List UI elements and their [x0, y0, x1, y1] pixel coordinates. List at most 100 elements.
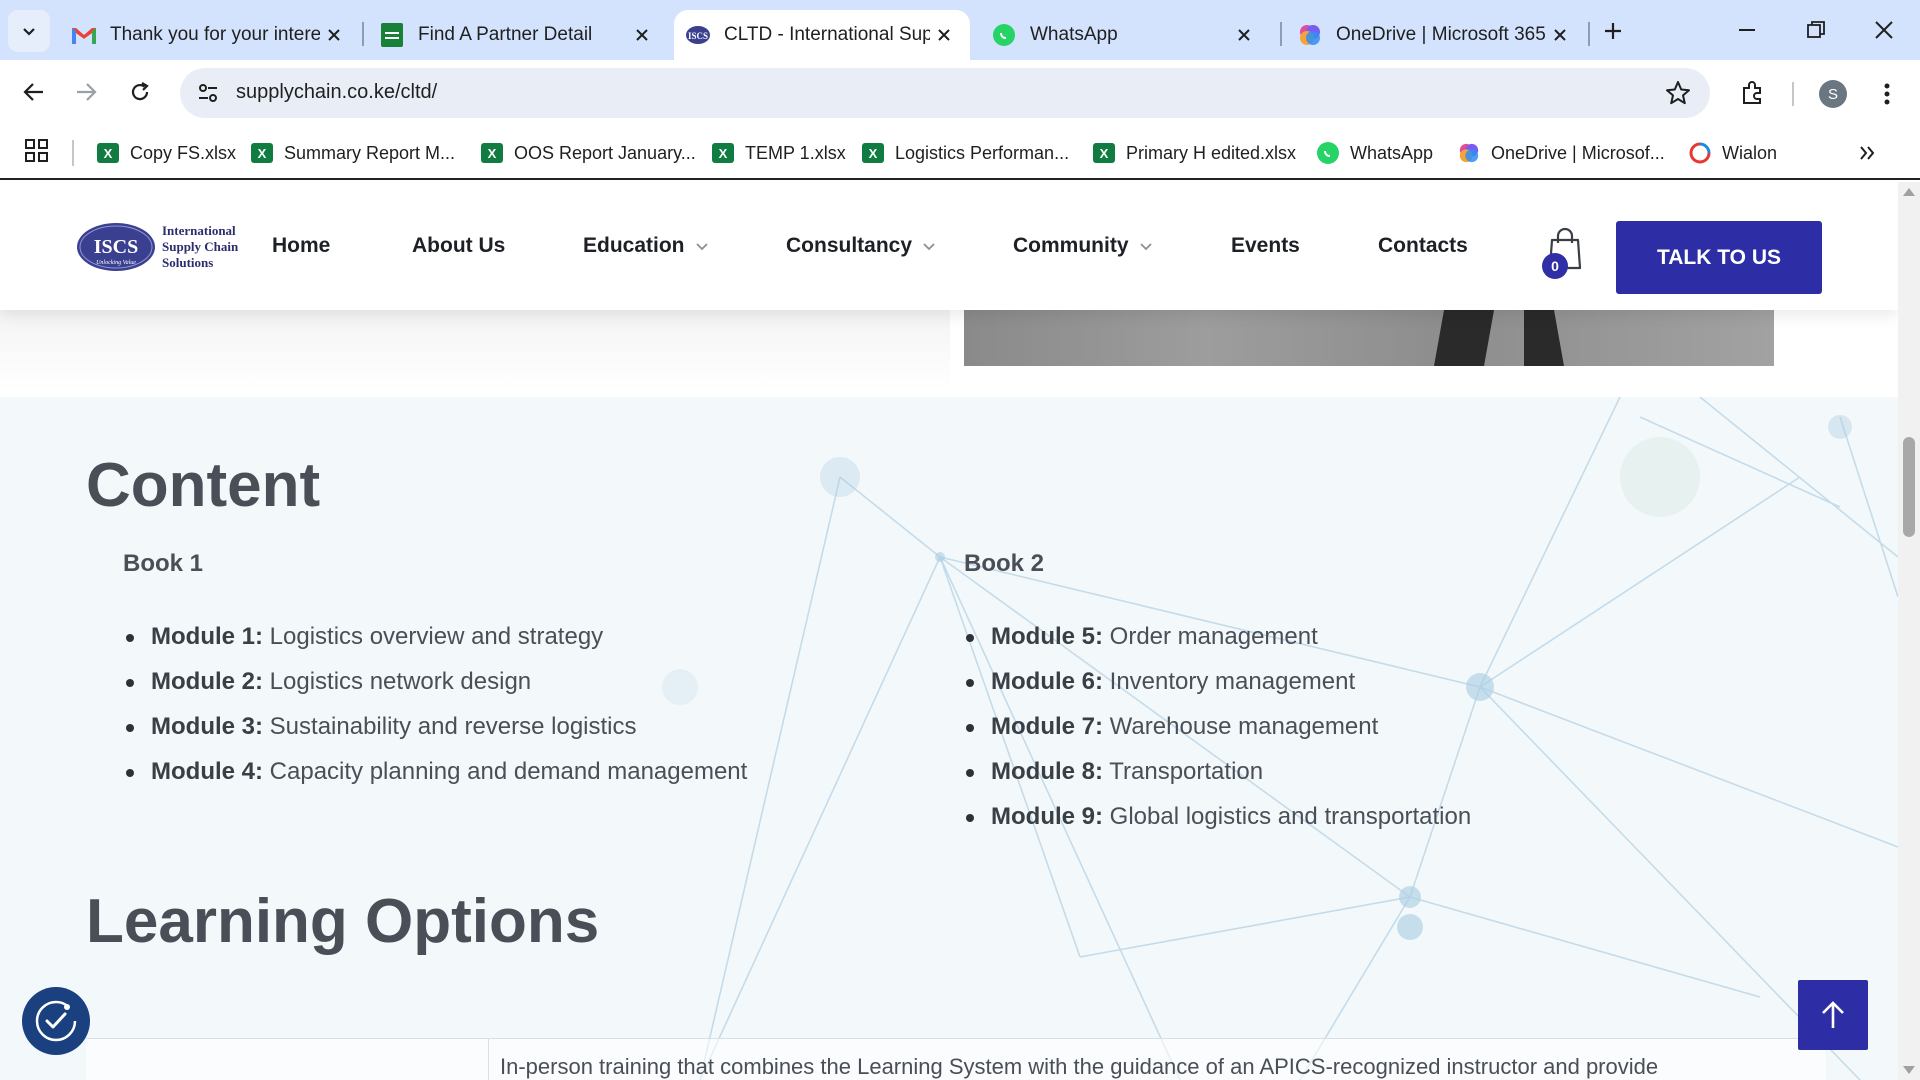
- nav-events[interactable]: Events: [1231, 234, 1300, 258]
- bullet-icon: [966, 634, 974, 642]
- logo-line-2: Supply Chain: [162, 239, 239, 254]
- nav-label: Community: [1013, 234, 1129, 257]
- scrollbar-thumb[interactable]: [1903, 437, 1915, 537]
- close-icon[interactable]: [930, 21, 958, 49]
- cart-count-badge: 0: [1542, 253, 1568, 279]
- back-button[interactable]: [12, 70, 56, 114]
- url-text[interactable]: supplychain.co.ke/cltd/: [236, 81, 437, 104]
- tab-onedrive[interactable]: OneDrive | Microsoft 365: [1286, 10, 1586, 60]
- bookmarks-divider: [72, 140, 74, 166]
- iscs-logo[interactable]: ISCS Unlocking Value International Suppl…: [76, 220, 262, 274]
- bookmark-item[interactable]: X Summary Report M...: [250, 138, 455, 168]
- bookmark-item[interactable]: X Logistics Performan...: [861, 138, 1069, 168]
- bookmark-item[interactable]: X OOS Report January...: [480, 138, 696, 168]
- scroll-down-arrow-icon[interactable]: [1903, 1066, 1915, 1074]
- address-bar[interactable]: supplychain.co.ke/cltd/: [180, 68, 1710, 118]
- nav-contacts[interactable]: Contacts: [1378, 234, 1468, 258]
- module-text: Capacity planning and demand management: [263, 758, 748, 785]
- scroll-up-arrow-icon[interactable]: [1903, 188, 1915, 196]
- page-viewport: ISCS Unlocking Value International Suppl…: [0, 182, 1898, 1080]
- bullet-icon: [126, 679, 134, 687]
- accessibility-icon: [35, 1000, 77, 1042]
- nav-community[interactable]: Community: [1013, 234, 1153, 258]
- forward-button[interactable]: [64, 70, 108, 114]
- window-close-button[interactable]: [1854, 8, 1914, 52]
- bookmark-item[interactable]: X Primary H edited.xlsx: [1092, 138, 1296, 168]
- tab-divider: [1588, 22, 1590, 46]
- new-tab-button[interactable]: [1596, 14, 1630, 48]
- toolbar-divider: [1792, 82, 1794, 106]
- tab-cltd[interactable]: ISCS CLTD - International Sup: [674, 10, 970, 60]
- nav-home[interactable]: Home: [272, 234, 330, 258]
- nav-about-us[interactable]: About Us: [412, 234, 505, 258]
- bookmark-item[interactable]: Wialon: [1688, 138, 1777, 168]
- arrow-up-icon: [1822, 1001, 1844, 1028]
- accessibility-button[interactable]: [22, 987, 90, 1055]
- tab-find-partner[interactable]: Find A Partner Detail: [368, 10, 668, 60]
- browser-menu-button[interactable]: [1872, 76, 1902, 112]
- chevron-down-icon: [1139, 243, 1152, 251]
- module-key: Module 7:: [991, 713, 1103, 740]
- bookmark-item[interactable]: WhatsApp: [1316, 138, 1433, 168]
- bookmark-label: WhatsApp: [1350, 142, 1434, 163]
- bookmark-star-icon[interactable]: [1664, 79, 1692, 107]
- logo-mark: ISCS: [94, 236, 138, 258]
- excel-icon: X: [861, 141, 885, 165]
- close-icon[interactable]: [1230, 21, 1258, 49]
- nav-label: Consultancy: [786, 234, 913, 257]
- logo-tagline: Unlocking Value: [96, 260, 136, 266]
- learning-option-description: In-person training that combines the Lea…: [500, 1054, 1659, 1079]
- nav-education[interactable]: Education: [583, 234, 709, 258]
- module-key: Module 3:: [151, 713, 263, 740]
- bullet-icon: [126, 769, 134, 777]
- double-chevron-right-icon: [1860, 146, 1875, 160]
- module-key: Module 2:: [151, 668, 263, 695]
- list-item: Module 4: Capacity planning and demand m…: [124, 757, 747, 802]
- table-column-divider: [488, 1039, 489, 1080]
- iscs-icon: ISCS: [686, 23, 710, 47]
- close-icon[interactable]: [1546, 21, 1574, 49]
- reload-button[interactable]: [118, 70, 162, 114]
- site-info-icon[interactable]: [190, 75, 226, 111]
- excel-icon: X: [711, 141, 735, 165]
- extensions-button[interactable]: [1735, 75, 1771, 111]
- close-icon[interactable]: [628, 21, 656, 49]
- hero-card-shadow: [0, 310, 950, 390]
- tab-search-button[interactable]: [8, 10, 50, 52]
- list-item: Module 3: Sustainability and reverse log…: [124, 712, 747, 757]
- tab-whatsapp[interactable]: WhatsApp: [980, 10, 1270, 60]
- list-item: Module 9: Global logistics and transport…: [964, 802, 1471, 847]
- minimize-icon: [1739, 29, 1755, 31]
- list-item: Module 6: Inventory management: [964, 667, 1471, 712]
- close-icon[interactable]: [320, 21, 348, 49]
- bookmark-label: TEMP 1.xlsx: [745, 142, 846, 163]
- tab-title: WhatsApp: [1030, 24, 1118, 45]
- bookmark-item[interactable]: X Copy FS.xlsx: [96, 138, 236, 168]
- tab-gmail[interactable]: Thank you for your intere: [60, 10, 360, 60]
- logo-line-3: Solutions: [162, 255, 213, 270]
- nav-consultancy[interactable]: Consultancy: [786, 234, 936, 258]
- excel-icon: X: [480, 141, 504, 165]
- module-key: Module 9:: [991, 803, 1103, 830]
- bookmark-item[interactable]: OneDrive | Microsof...: [1457, 138, 1665, 168]
- chevron-down-icon: [923, 243, 935, 251]
- wialon-icon: [1688, 141, 1712, 165]
- list-item: Module 7: Warehouse management: [964, 712, 1471, 757]
- profile-avatar[interactable]: S: [1819, 80, 1847, 108]
- nav-label: Events: [1231, 234, 1300, 257]
- page-scrollbar[interactable]: [1898, 182, 1920, 1080]
- more-bookmarks-button[interactable]: [1852, 138, 1882, 168]
- bullet-icon: [966, 724, 974, 732]
- bullet-icon: [126, 634, 134, 642]
- book-2-title: Book 2: [964, 550, 1045, 577]
- book-1-title: Book 1: [123, 550, 204, 577]
- restore-button[interactable]: [1786, 8, 1846, 52]
- module-text: Logistics network design: [263, 668, 532, 695]
- tab-title: Find A Partner Detail: [418, 24, 593, 45]
- apps-grid-icon[interactable]: [24, 138, 54, 168]
- module-text: Transportation: [1103, 758, 1264, 785]
- talk-to-us-button[interactable]: TALK TO US: [1616, 221, 1822, 294]
- back-to-top-button[interactable]: [1798, 980, 1868, 1050]
- bookmark-item[interactable]: X TEMP 1.xlsx: [711, 138, 846, 168]
- minimize-button[interactable]: [1718, 8, 1778, 52]
